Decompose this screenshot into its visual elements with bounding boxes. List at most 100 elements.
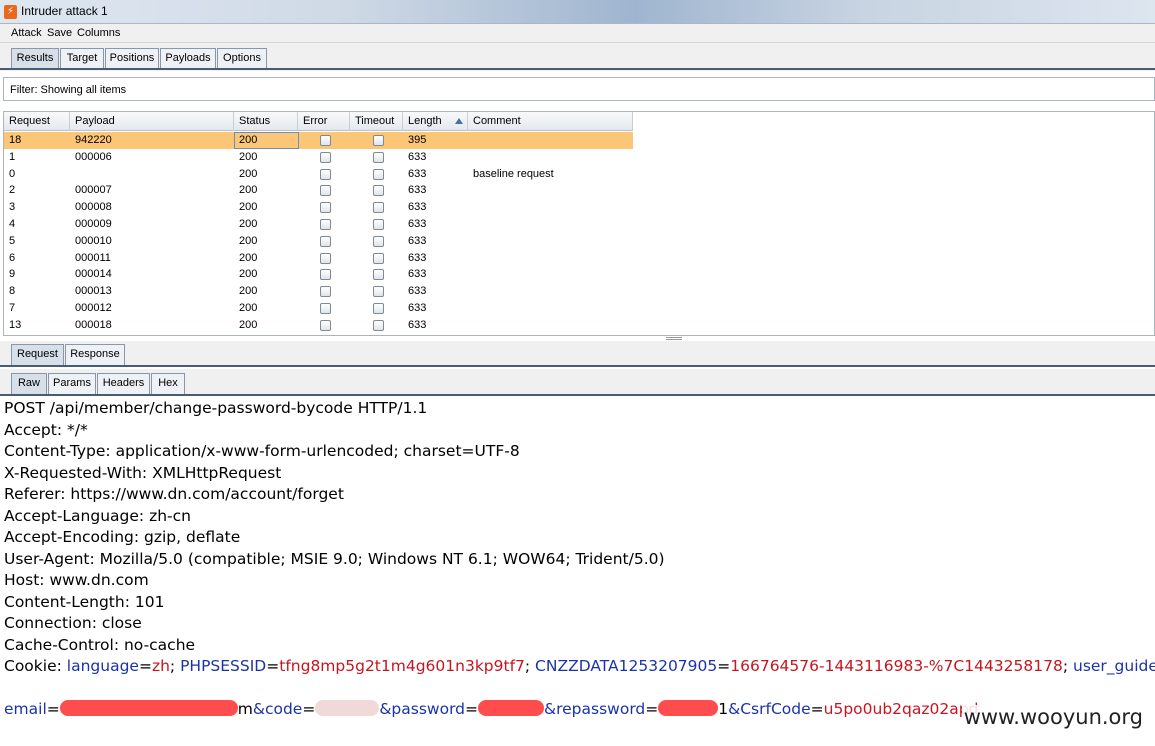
col-payload[interactable]: Payload — [70, 112, 234, 131]
table-row[interactable]: 2 000007 200 633 — [4, 182, 633, 199]
param-key: &password — [379, 700, 466, 718]
tab-results[interactable]: Results — [11, 48, 59, 69]
header-line: User-Agent: Mozilla/5.0 (compatible; MSI… — [4, 549, 665, 568]
error-checkbox[interactable] — [320, 202, 331, 214]
error-checkbox[interactable] — [320, 235, 331, 247]
redaction-mark — [315, 700, 380, 716]
table-row[interactable]: 8 000013 200 633 — [4, 283, 633, 300]
tab-payloads[interactable]: Payloads — [160, 48, 216, 69]
timeout-checkbox[interactable] — [373, 252, 384, 264]
col-length[interactable]: Length — [403, 112, 468, 131]
view-tabs-divider — [0, 394, 1155, 396]
table-row[interactable]: 7 000012 200 633 — [4, 300, 633, 317]
table-row[interactable]: 3 000008 200 633 — [4, 199, 633, 216]
table-row[interactable]: 9 000014 200 633 — [4, 266, 633, 283]
col-status[interactable]: Status — [234, 112, 298, 131]
tab-headers[interactable]: Headers — [97, 373, 150, 394]
cell-payload: 000012 — [75, 302, 112, 314]
table-row[interactable]: 13 000018 200 633 — [4, 317, 633, 334]
redaction-mark — [658, 700, 719, 716]
header-line: Cache-Control: no-cache — [4, 635, 196, 654]
cookie-key: CNZZDATA1253207905 — [535, 657, 718, 675]
table-row[interactable]: 0 200 633 baseline request — [4, 166, 633, 183]
timeout-checkbox[interactable] — [373, 202, 384, 214]
header-line: X-Requested-With: XMLHttpRequest — [4, 463, 282, 482]
timeout-checkbox[interactable] — [373, 286, 384, 298]
cookie-line: Cookie: language=zh; PHPSESSID=tfng8mp5g… — [4, 656, 1155, 678]
timeout-checkbox[interactable] — [373, 135, 384, 146]
tab-options[interactable]: Options — [217, 48, 267, 69]
error-checkbox[interactable] — [320, 286, 331, 298]
tab-params[interactable]: Params — [48, 373, 96, 394]
cell-status: 200 — [239, 318, 258, 331]
error-checkbox[interactable] — [320, 252, 331, 264]
redaction-mark — [59, 700, 238, 716]
cookie-value: tfng8mp5g2t1m4g601n3kp9tf7 — [279, 657, 525, 675]
redaction-mark — [478, 700, 545, 716]
error-checkbox[interactable] — [320, 303, 331, 314]
timeout-checkbox[interactable] — [373, 269, 384, 281]
tab-response[interactable]: Response — [65, 344, 125, 365]
error-checkbox[interactable] — [320, 269, 331, 281]
cell-length: 633 — [408, 268, 427, 281]
param-key: &CsrfCode — [728, 700, 811, 718]
error-checkbox[interactable] — [320, 219, 331, 230]
timeout-checkbox[interactable] — [373, 219, 384, 230]
table-row[interactable]: 4 000009 200 633 — [4, 216, 633, 233]
error-checkbox[interactable] — [320, 151, 331, 163]
cell-length: 633 — [408, 201, 427, 214]
table-row[interactable]: 6 000011 200 633 — [4, 250, 633, 267]
cell-length: 633 — [408, 251, 427, 264]
cell-request: 3 — [9, 201, 16, 214]
tab-request[interactable]: Request — [11, 344, 64, 365]
error-checkbox[interactable] — [320, 168, 331, 180]
error-checkbox[interactable] — [320, 319, 331, 331]
menu-bar: Attack Save Columns — [0, 24, 1155, 43]
timeout-checkbox[interactable] — [373, 319, 384, 331]
col-timeout[interactable]: Timeout — [350, 112, 403, 131]
table-row[interactable]: 18 942220 200 395 — [4, 132, 633, 149]
timeout-checkbox[interactable] — [373, 168, 384, 180]
cell-payload: 000006 — [75, 150, 112, 163]
window-title: Intruder attack 1 — [21, 4, 108, 18]
split-pane-grip-icon[interactable] — [666, 337, 682, 340]
cell-status: 200 — [239, 218, 258, 230]
table-row[interactable]: 1 000006 200 633 — [4, 149, 633, 166]
cell-status: 200 — [239, 184, 258, 197]
header-line: Referer: https://www.dn.com/account/forg… — [4, 485, 344, 503]
error-checkbox[interactable] — [320, 135, 331, 146]
tab-positions[interactable]: Positions — [105, 48, 159, 69]
filter-bar[interactable]: Filter: Showing all items — [3, 77, 1155, 101]
cookie-key: user_guide — [1073, 657, 1155, 675]
cell-request: 5 — [9, 234, 16, 247]
timeout-checkbox[interactable] — [373, 303, 384, 314]
timeout-checkbox[interactable] — [373, 151, 384, 163]
cell-request: 13 — [9, 318, 22, 331]
cell-payload: 000007 — [75, 184, 112, 197]
timeout-checkbox[interactable] — [373, 235, 384, 247]
raw-request-text[interactable]: POST /api/member/change-password-bycode … — [4, 398, 1155, 721]
cell-request: 9 — [9, 268, 16, 281]
table-row[interactable]: 5 000010 200 633 — [4, 233, 633, 250]
burp-app-icon: ⚡ — [4, 5, 17, 19]
tab-raw[interactable]: Raw — [11, 373, 47, 394]
cell-status: 200 — [239, 268, 258, 281]
tab-target[interactable]: Target — [60, 48, 104, 69]
menu-columns[interactable]: Columns — [77, 27, 120, 39]
col-comment[interactable]: Comment — [468, 112, 633, 131]
col-error[interactable]: Error — [298, 112, 350, 131]
cell-length: 633 — [408, 218, 427, 230]
param-tail: m — [237, 700, 253, 718]
menu-save[interactable]: Save — [47, 27, 72, 39]
col-request[interactable]: Request — [4, 112, 70, 131]
results-table: Request Payload Status Error Timeout Len… — [3, 111, 1155, 336]
cell-request: 0 — [9, 167, 16, 180]
menu-attack[interactable]: Attack — [11, 27, 42, 39]
cell-length: 395 — [408, 134, 427, 146]
cell-length: 633 — [408, 150, 427, 163]
tab-hex[interactable]: Hex — [151, 373, 185, 394]
timeout-checkbox[interactable] — [373, 185, 384, 197]
table-header: Request Payload Status Error Timeout Len… — [4, 112, 633, 131]
title-bar: ⚡ Intruder attack 1 — [0, 0, 1155, 24]
error-checkbox[interactable] — [320, 185, 331, 197]
